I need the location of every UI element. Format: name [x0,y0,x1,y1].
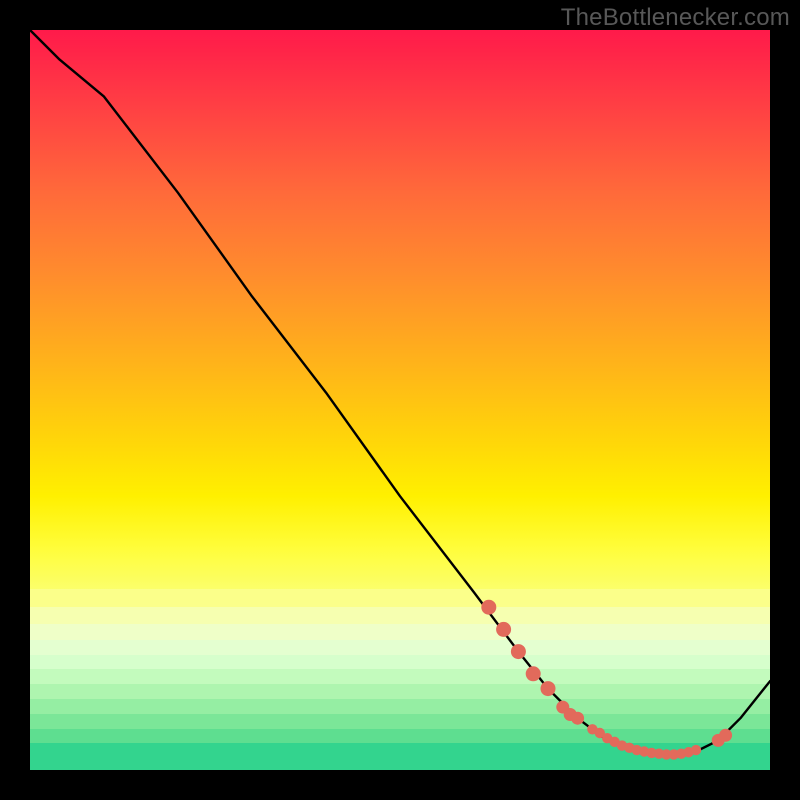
highlight-dot [719,729,732,742]
highlight-dot [511,644,526,659]
highlight-dot [481,600,496,615]
chart-svg [30,30,770,770]
highlight-dot [571,712,584,725]
highlight-dots [481,600,732,760]
highlight-dot [526,666,541,681]
plot-area [30,30,770,770]
chart-frame: TheBottlenecker.com [0,0,800,800]
curve-group [30,30,770,755]
highlight-dot [691,745,701,755]
attribution-label: TheBottlenecker.com [561,4,790,32]
bottleneck-curve [30,30,770,755]
highlight-dot [541,681,556,696]
highlight-dot [496,622,511,637]
